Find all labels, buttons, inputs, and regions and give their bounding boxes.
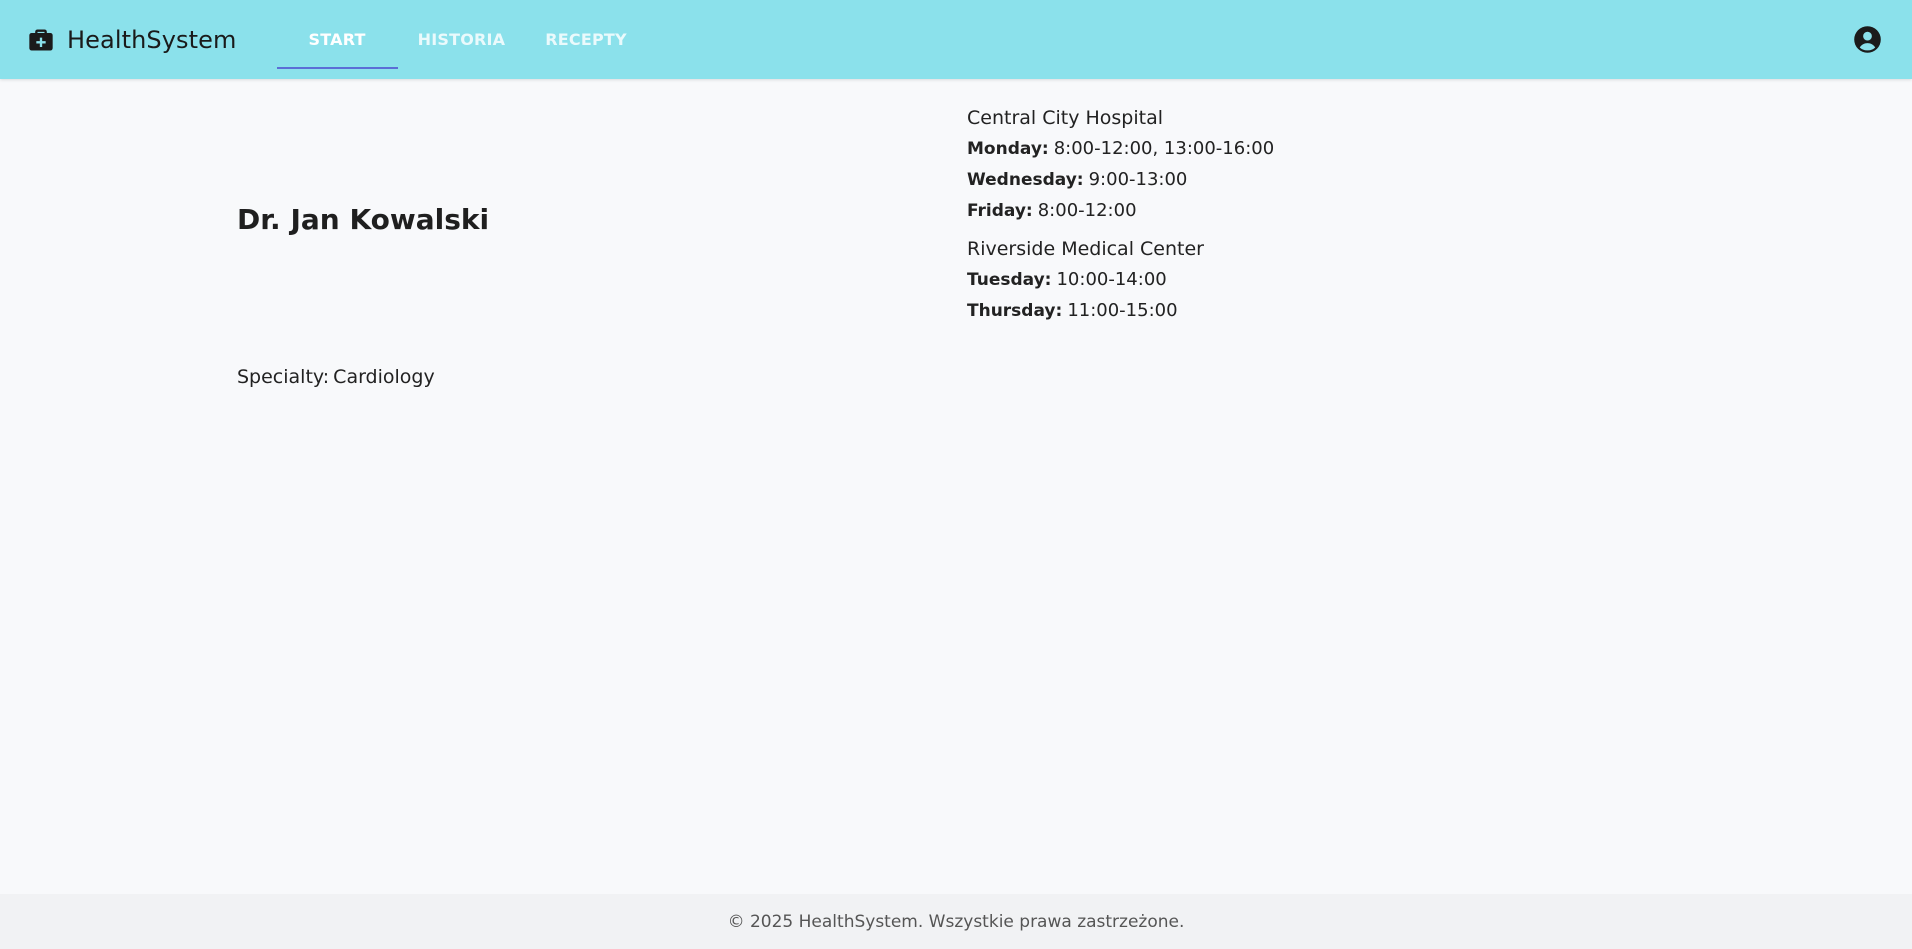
app-title: HealthSystem bbox=[67, 25, 237, 54]
tab-recepty[interactable]: RECEPTY bbox=[525, 0, 647, 79]
tab-recepty-label: RECEPTY bbox=[545, 30, 627, 49]
specialty-value: Cardiology bbox=[333, 366, 435, 388]
hours-row: Friday: 8:00-12:00 bbox=[967, 199, 1567, 223]
hours-day: Thursday: bbox=[967, 301, 1063, 321]
doctor-name: Dr. Jan Kowalski bbox=[237, 203, 490, 236]
specialty-label: Specialty: bbox=[237, 366, 330, 388]
office-hours: Central City Hospital Monday: 8:00-12:00,… bbox=[967, 106, 1567, 337]
hours-time: 8:00-12:00 bbox=[1037, 200, 1137, 221]
account-circle-icon[interactable] bbox=[1853, 25, 1882, 54]
tab-historia-label: HISTORIA bbox=[417, 30, 506, 49]
tab-start[interactable]: START bbox=[276, 0, 398, 79]
hours-row: Monday: 8:00-12:00, 13:00-16:00 bbox=[967, 137, 1567, 161]
hours-day: Tuesday: bbox=[967, 270, 1052, 290]
hours-time: 8:00-12:00, 13:00-16:00 bbox=[1053, 138, 1275, 159]
hours-time: 11:00-15:00 bbox=[1067, 300, 1178, 321]
location-name: Central City Hospital bbox=[967, 107, 1164, 129]
tab-historia[interactable]: HISTORIA bbox=[398, 0, 526, 79]
doctor-specialty: Specialty: Cardiology bbox=[237, 366, 435, 388]
page-footer: © 2025 HealthSystem. Wszystkie prawa zas… bbox=[0, 894, 1912, 949]
main-nav: START HISTORIA RECEPTY bbox=[276, 0, 647, 79]
hours-row: Tuesday: 10:00-14:00 bbox=[967, 268, 1567, 292]
brand[interactable]: HealthSystem bbox=[27, 26, 237, 54]
app-header: HealthSystem START HISTORIA RECEPTY bbox=[0, 0, 1912, 79]
active-tab-indicator bbox=[276, 67, 398, 69]
location-card: Central City Hospital Monday: 8:00-12:00,… bbox=[967, 106, 1567, 223]
hours-day: Wednesday: bbox=[967, 170, 1084, 190]
hours-row: Thursday: 11:00-15:00 bbox=[967, 299, 1567, 323]
hours-row: Wednesday: 9:00-13:00 bbox=[967, 168, 1567, 192]
hours-day: Friday: bbox=[967, 201, 1033, 221]
hours-time: 9:00-13:00 bbox=[1088, 169, 1188, 190]
hours-time: 10:00-14:00 bbox=[1056, 269, 1167, 290]
medical-kit-icon bbox=[29, 29, 53, 50]
location-name: Riverside Medical Center bbox=[967, 238, 1204, 260]
copyright-text: © 2025 HealthSystem. Wszystkie prawa zas… bbox=[727, 911, 1185, 932]
tab-start-label: START bbox=[308, 30, 366, 49]
location-card: Riverside Medical Center Tuesday: 10:00-1… bbox=[967, 237, 1567, 323]
hours-day: Monday: bbox=[967, 139, 1049, 159]
